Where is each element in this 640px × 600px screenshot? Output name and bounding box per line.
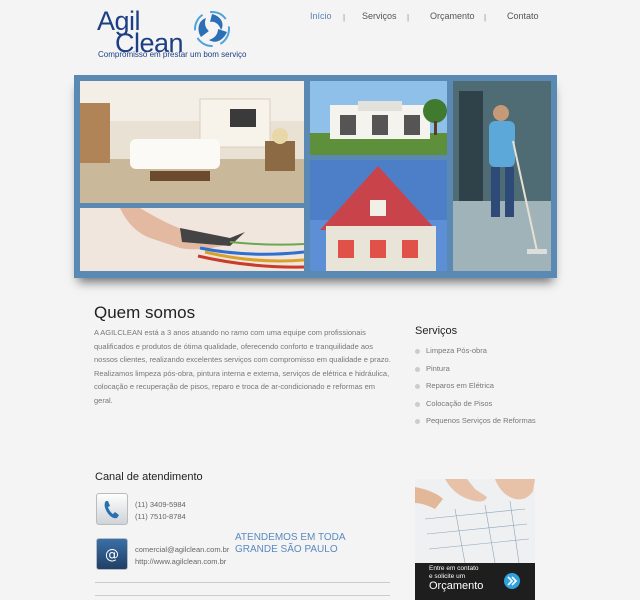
bullet-icon: [415, 348, 420, 354]
service-item-limpeza[interactable]: Limpeza Pós-obra: [415, 346, 487, 355]
service-item-reformas[interactable]: Pequenos Serviços de Reformas: [415, 416, 536, 425]
about-paragraph: A AGILCLEAN está a 3 anos atuando no ram…: [94, 328, 391, 365]
phone-icon: [96, 493, 128, 525]
arrow-circle-icon[interactable]: [504, 573, 520, 589]
service-item-eletrica[interactable]: Reparos em Elétrica: [415, 381, 494, 390]
nav-contato[interactable]: Contato: [507, 11, 539, 21]
nav-separator: |: [407, 13, 410, 22]
divider: [95, 582, 390, 583]
logo-tagline: Compromisso em prestar um bom serviço: [98, 50, 247, 59]
phone-numbers: (11) 3409-5984 (11) 7510-8784: [135, 499, 186, 523]
about-text: A AGILCLEAN está a 3 anos atuando no ram…: [94, 326, 394, 408]
logo-swirl-icon: [194, 11, 230, 47]
contact-title: Canal de atendimento: [95, 471, 203, 483]
blueprint-hands-photo: [415, 479, 535, 563]
quote-promo-banner[interactable]: Entre em contato e solicite um Orçamento: [415, 479, 535, 600]
about-title: Quem somos: [94, 303, 196, 322]
service-item-pintura[interactable]: Pintura: [415, 364, 450, 373]
house-front-photo: [310, 81, 447, 155]
promo-subtext: Entre em contato e solicite um: [429, 565, 479, 580]
email-icon: @: [96, 538, 128, 570]
hero-banner: [74, 75, 557, 278]
cleaner-mopping-photo: [453, 81, 551, 271]
phone-number: (11) 3409-5984: [135, 500, 186, 509]
bullet-icon: [415, 366, 420, 372]
bullet-icon: [415, 401, 420, 407]
divider: [95, 595, 390, 596]
service-item-pisos[interactable]: Colocação de Pisos: [415, 399, 492, 408]
site-logo[interactable]: Agil Clean Compromisso em prestar um bom…: [97, 6, 247, 60]
coverage-notice: ATENDEMOS EM TODA GRANDE SÃO PAULO: [235, 532, 346, 555]
email-website: comercial@agilclean.com.br http://www.ag…: [135, 544, 229, 568]
nav-orcamento[interactable]: Orçamento: [430, 11, 475, 21]
nav-separator: |: [484, 13, 487, 22]
red-roof-house-photo: [310, 160, 447, 271]
bullet-icon: [415, 383, 420, 389]
nav-separator: |: [343, 13, 346, 22]
svg-text:@: @: [105, 547, 119, 563]
about-paragraph: Realizamos limpeza pós-obra, pintura int…: [94, 368, 390, 405]
pliers-wires-photo: [80, 208, 304, 271]
nav-servicos[interactable]: Serviços: [362, 11, 397, 21]
promo-title: Orçamento: [429, 580, 484, 592]
bullet-icon: [415, 418, 420, 424]
services-title: Serviços: [415, 325, 458, 337]
website-link[interactable]: http://www.agilclean.com.br: [135, 556, 229, 568]
phone-number: (11) 7510-8784: [135, 512, 186, 521]
living-room-photo: [80, 81, 304, 203]
email-link[interactable]: comercial@agilclean.com.br: [135, 544, 229, 556]
nav-inicio[interactable]: Início: [310, 11, 332, 21]
